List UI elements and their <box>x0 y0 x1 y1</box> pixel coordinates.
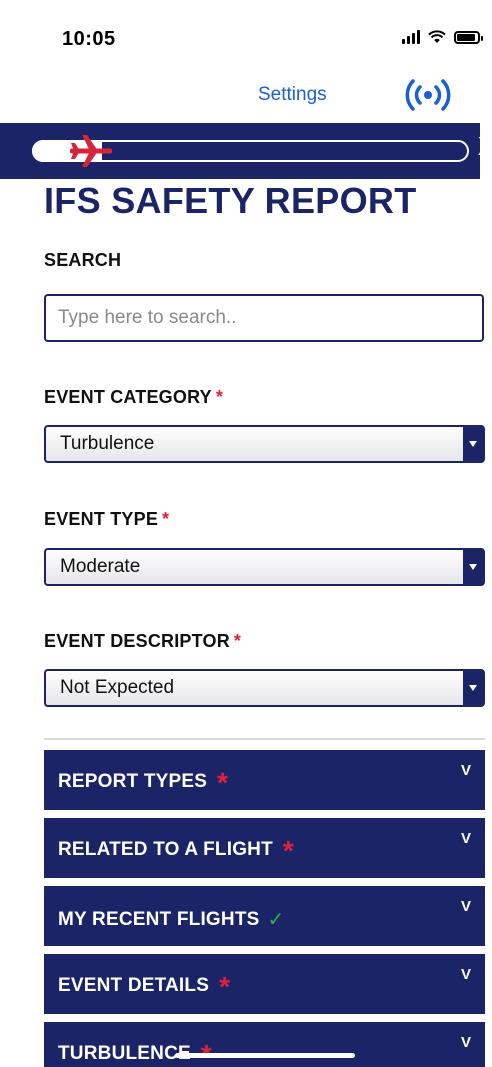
search-label: SEARCH <box>44 250 122 270</box>
chevron-down-icon[interactable]: V <box>461 830 471 847</box>
required-marker: * <box>233 631 242 651</box>
wifi-icon <box>428 30 446 43</box>
divider <box>44 738 485 740</box>
section-related-to-a-flight[interactable]: RELATED TO A FLIGHT * V <box>44 818 485 878</box>
chevron-down-icon[interactable]: V <box>461 966 471 983</box>
event-type-value: Moderate <box>60 556 141 577</box>
event-descriptor-label: EVENT DESCRIPTOR * <box>44 631 242 651</box>
status-icons <box>402 30 483 44</box>
settings-link[interactable]: Settings <box>258 84 327 106</box>
event-descriptor-select[interactable]: Not Expected <box>44 669 485 707</box>
dropdown-arrow-icon <box>463 671 483 705</box>
close-icon[interactable]: X <box>478 131 480 162</box>
section-title: RELATED TO A FLIGHT <box>58 839 273 860</box>
dropdown-arrow-icon <box>463 427 483 461</box>
home-indicator <box>175 1053 355 1058</box>
event-type-select[interactable]: Moderate <box>44 548 485 586</box>
event-category-select[interactable]: Turbulence <box>44 425 485 463</box>
section-my-recent-flights[interactable]: MY RECENT FLIGHTS ✓ V <box>44 886 485 946</box>
required-asterisk-icon: * <box>219 970 231 1002</box>
cellular-signal-icon <box>402 30 420 44</box>
event-category-value: Turbulence <box>60 433 155 454</box>
status-time: 10:05 <box>62 28 116 50</box>
section-report-types[interactable]: REPORT TYPES * V <box>44 750 485 810</box>
section-title: MY RECENT FLIGHTS <box>58 908 260 930</box>
airplane-icon <box>70 135 112 167</box>
broadcast-icon[interactable] <box>398 78 458 112</box>
section-title: REPORT TYPES <box>58 771 208 792</box>
event-type-label: EVENT TYPE * <box>44 509 170 529</box>
event-descriptor-value: Not Expected <box>60 677 175 698</box>
progress-banner: X <box>0 123 480 179</box>
required-asterisk-icon: * <box>217 766 229 798</box>
required-marker: * <box>162 509 170 529</box>
section-title: EVENT DETAILS <box>58 975 210 996</box>
chevron-down-icon[interactable]: V <box>461 1034 471 1051</box>
required-asterisk-icon: * <box>282 834 295 866</box>
section-title: TURBULENCE <box>58 1043 191 1064</box>
battery-icon <box>454 30 483 44</box>
search-input[interactable] <box>44 294 484 342</box>
chevron-down-icon[interactable]: V <box>461 898 471 915</box>
required-marker: * <box>215 387 224 407</box>
section-event-details[interactable]: EVENT DETAILS * V <box>44 954 485 1014</box>
section-turbulence[interactable]: TURBULENCE* V <box>44 1022 485 1067</box>
page-title: IFS SAFETY REPORT <box>44 180 417 221</box>
checkmark-icon: ✓ <box>267 909 285 931</box>
dropdown-arrow-icon <box>463 550 483 584</box>
chevron-down-icon[interactable]: V <box>461 762 471 779</box>
event-category-label: EVENT CATEGORY * <box>44 387 224 407</box>
status-bar: 10:05 <box>0 0 492 80</box>
